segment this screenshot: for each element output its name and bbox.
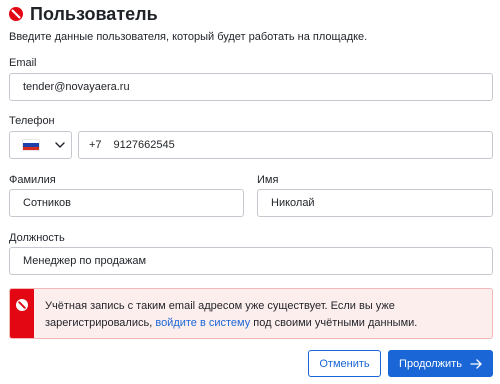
cancel-button[interactable]: Отменить xyxy=(308,350,381,377)
position-label: Должность xyxy=(9,232,65,244)
country-select[interactable] xyxy=(9,131,72,159)
error-alert: Учётная запись с таким email адресом уже… xyxy=(9,288,493,339)
phone-label: Телефон xyxy=(9,115,55,127)
position-field[interactable]: Менеджер по продажам xyxy=(9,247,493,275)
continue-button-label: Продолжить xyxy=(399,357,462,370)
phone-value: 9127662545 xyxy=(113,139,175,151)
prohibited-icon xyxy=(16,299,28,311)
page-subtitle: Введите данные пользователя, который буд… xyxy=(9,31,368,43)
page-title: Пользователь xyxy=(30,4,158,24)
alert-message: Учётная запись с таким email адресом уже… xyxy=(45,298,485,332)
email-field[interactable]: tender@novayaera.ru xyxy=(9,73,493,101)
arrow-right-icon xyxy=(470,358,482,369)
alert-text-after: под своими учётными данными. xyxy=(250,317,418,329)
last-name-label: Фамилия xyxy=(9,174,56,186)
last-name-value: Сотников xyxy=(23,197,71,209)
russia-flag-icon xyxy=(23,140,39,150)
alert-stripe xyxy=(10,289,34,338)
prohibited-icon xyxy=(9,7,23,21)
continue-button[interactable]: Продолжить xyxy=(388,350,493,377)
first-name-field[interactable]: Николай xyxy=(257,189,493,217)
position-value: Менеджер по продажам xyxy=(23,255,147,267)
last-name-field[interactable]: Сотников xyxy=(9,189,244,217)
page-header: Пользователь xyxy=(9,3,158,25)
cancel-button-label: Отменить xyxy=(319,357,370,370)
phone-field[interactable]: +7 9127662545 xyxy=(78,131,493,159)
first-name-label: Имя xyxy=(257,174,279,186)
first-name-value: Николай xyxy=(271,197,315,209)
login-link[interactable]: войдите в систему xyxy=(155,317,250,329)
chevron-down-icon xyxy=(55,142,65,148)
email-value: tender@novayaera.ru xyxy=(23,81,130,93)
phone-code: +7 xyxy=(89,139,102,151)
email-label: Email xyxy=(9,57,37,69)
